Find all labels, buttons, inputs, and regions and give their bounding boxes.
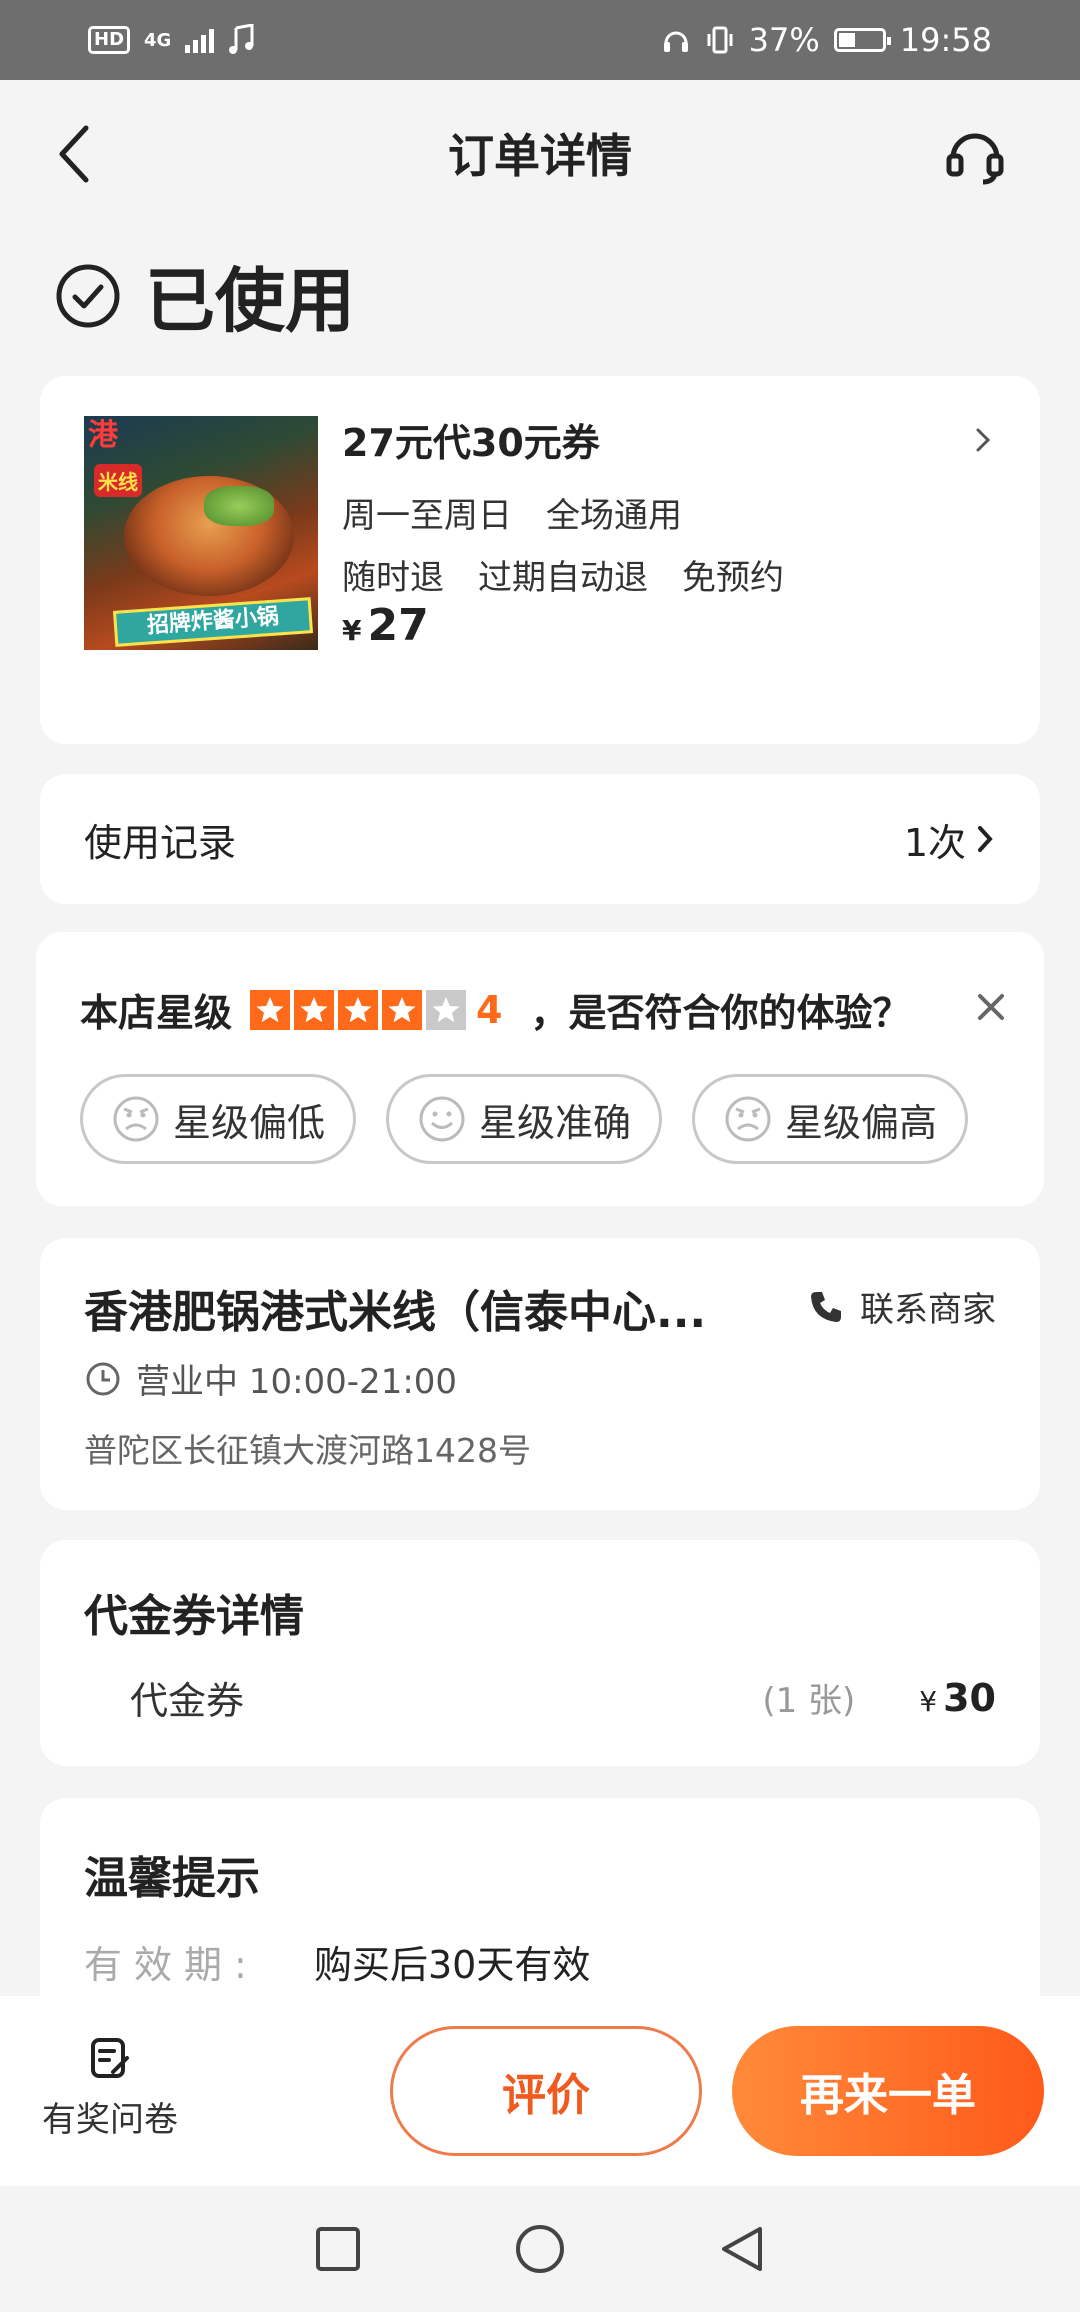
product-image[interactable]: 港 米线 招牌炸酱小锅 [84, 416, 318, 650]
network-type: 4G [144, 29, 172, 51]
greens-shape [204, 486, 274, 526]
usage-record-count-group: 1次 [904, 812, 996, 867]
star-filled-icon [250, 989, 291, 1030]
voucher-price-amount: 30 [943, 1675, 996, 1720]
rating-too-high-button[interactable]: 星级偏高 [692, 1074, 968, 1164]
star-filled-icon [382, 989, 423, 1030]
rating-option-label: 星级偏低 [172, 1100, 325, 1145]
battery-percent: 37% [748, 21, 820, 59]
price-amount: 27 [367, 600, 429, 651]
star-rating [250, 989, 467, 1030]
order-status: 已使用 [55, 245, 355, 346]
voucher-price: ¥ 30 [919, 1676, 996, 1720]
product-title: 27元代30元券 [342, 421, 600, 465]
usage-record-count: 1次 [903, 820, 966, 865]
product-card[interactable]: 港 米线 招牌炸酱小锅 27元代30元券 周一至周日 全场通用 随时退 过期自动… [40, 376, 1040, 744]
rating-options: 星级偏低 星级准确 星级偏高 [80, 1074, 968, 1164]
validity-value: 购买后30天有效 [314, 1943, 591, 1987]
sad-face-icon [725, 1096, 771, 1142]
store-info-card[interactable]: 香港肥锅港式米线（信泰中心... 联系商家 营业中 10:00-21:00 普陀… [40, 1238, 1040, 1510]
contact-merchant-label: 联系商家 [860, 1290, 996, 1330]
bottom-action-bar: 有奖问卷 评价 再来一单 [0, 1996, 1080, 2186]
status-bar-left: HD 4G [88, 24, 256, 56]
music-note-icon [229, 24, 254, 54]
chevron-right-icon [976, 428, 991, 452]
rating-option-label: 星级偏高 [784, 1100, 937, 1145]
survey-edit-icon [91, 2038, 129, 2078]
close-icon[interactable] [974, 990, 1008, 1024]
headphone-icon [663, 31, 688, 52]
star-rating-feedback-card: 本店星级 4 ，是否符合你的体验？ 星级偏低 星级准确 星级偏高 [36, 932, 1044, 1206]
store-hours-text: 营业中 10:00-21:00 [136, 1362, 458, 1402]
nav-bar: 订单详情 [0, 80, 1080, 220]
rating-score: 4 [476, 987, 503, 1032]
clock-icon [86, 1362, 120, 1395]
currency-symbol: ¥ [342, 614, 362, 647]
contact-merchant-button[interactable]: 联系商家 [808, 1282, 996, 1331]
product-tags-1: 周一至周日 全场通用 [342, 488, 682, 537]
home-icon[interactable] [514, 2223, 566, 2275]
survey-button[interactable]: 有奖问卷 [30, 2036, 190, 2141]
voucher-quantity: (1 张) [762, 1681, 856, 1721]
check-circle-icon [56, 264, 120, 327]
voucher-details-card: 代金券详情 代金券 (1 张) ¥ 30 [40, 1540, 1040, 1766]
system-nav-bar [0, 2186, 1080, 2312]
rating-row: 本店星级 4 ，是否符合你的体验？ [80, 982, 910, 1037]
rating-accurate-button[interactable]: 星级准确 [386, 1074, 662, 1164]
product-tag: 过期自动退 [478, 558, 648, 598]
image-sign-text-2: 米线 [94, 464, 142, 497]
store-name[interactable]: 香港肥锅港式米线（信泰中心... [84, 1276, 774, 1340]
rating-label: 本店星级 [80, 991, 233, 1035]
rating-option-label: 星级准确 [478, 1100, 631, 1145]
product-price: ¥ 27 [342, 600, 429, 651]
voucher-item-row: 代金券 (1 张) ¥ 30 [130, 1670, 996, 1725]
vibrate-icon [707, 26, 733, 54]
voucher-details-title: 代金券详情 [84, 1591, 304, 1642]
back-triangle-icon[interactable] [716, 2223, 768, 2275]
voucher-item-name: 代金券 [130, 1679, 245, 1723]
product-tag: 全场通用 [546, 496, 682, 536]
hd-badge: HD [88, 26, 131, 54]
star-empty-icon [426, 989, 467, 1030]
store-address: 普陀区长征镇大渡河路1428号 [84, 1431, 531, 1470]
currency-symbol: ¥ [919, 1684, 938, 1718]
sad-face-icon [113, 1096, 159, 1142]
smile-face-icon [419, 1096, 465, 1142]
survey-label: 有奖问卷 [42, 2100, 178, 2140]
product-tag: 免预约 [682, 558, 784, 598]
clock: 19:58 [899, 21, 992, 59]
chevron-right-icon [978, 826, 993, 852]
rating-too-low-button[interactable]: 星级偏低 [80, 1074, 356, 1164]
signal-icon [185, 27, 215, 53]
tips-title: 温馨提示 [84, 1853, 260, 1904]
reorder-button[interactable]: 再来一单 [732, 2026, 1044, 2156]
store-hours: 营业中 10:00-21:00 [84, 1354, 457, 1403]
battery-icon [833, 28, 891, 52]
product-tags-2: 随时退 过期自动退 免预约 [342, 550, 784, 599]
validity-row: 有效期: 购买后30天有效 [84, 1934, 590, 1989]
status-bar-right: 37% 19:58 [661, 21, 992, 59]
review-button[interactable]: 评价 [390, 2026, 702, 2156]
usage-record-row[interactable]: 使用记录 1次 [40, 774, 1040, 904]
star-filled-icon [294, 989, 335, 1030]
rating-question: ，是否符合你的体验？ [530, 991, 911, 1035]
product-tag: 随时退 [342, 558, 444, 598]
product-tag: 周一至周日 [342, 496, 512, 536]
customer-service-button[interactable] [940, 114, 1010, 194]
phone-icon [811, 1291, 841, 1322]
usage-record-label: 使用记录 [84, 820, 237, 865]
recent-apps-icon[interactable] [312, 2223, 364, 2275]
star-filled-icon [338, 989, 379, 1030]
validity-label: 有效期: [84, 1943, 259, 1987]
image-banner: 招牌炸酱小锅 [112, 597, 314, 647]
order-status-text: 已使用 [145, 260, 355, 342]
headset-icon [946, 133, 1004, 185]
page-title: 订单详情 [448, 129, 632, 183]
status-bar: HD 4G 37% 19:58 [0, 0, 1080, 80]
image-sign-text: 港 [88, 418, 118, 453]
